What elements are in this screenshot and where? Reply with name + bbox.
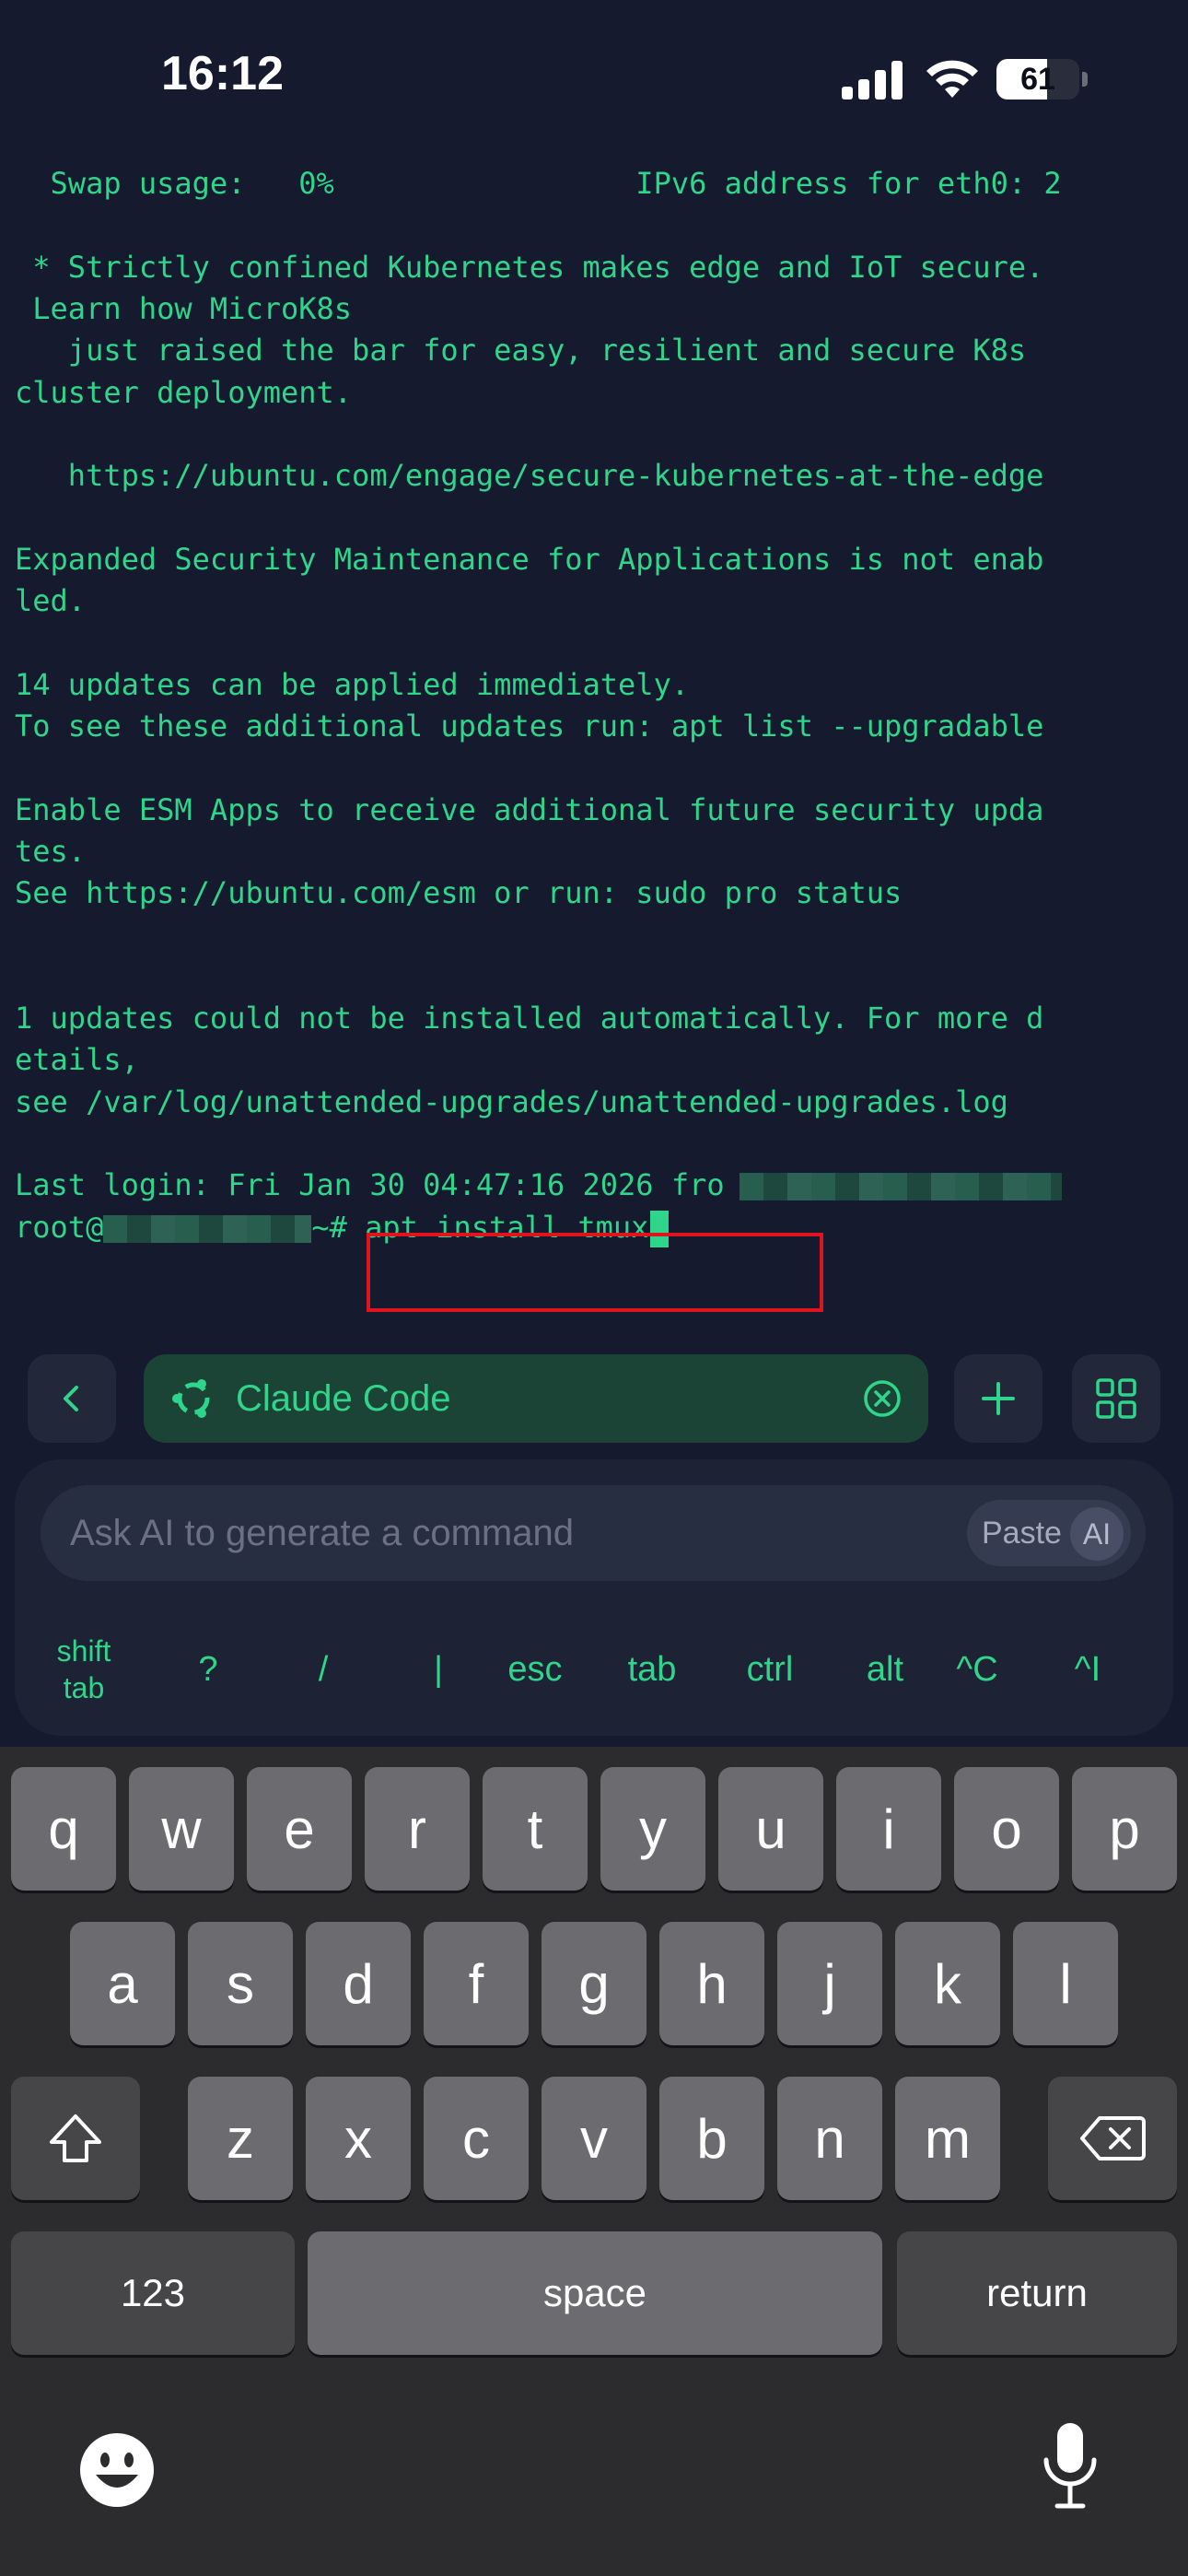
ctrl-i-key[interactable]: ^I bbox=[1046, 1623, 1129, 1715]
command-highlight-box bbox=[367, 1233, 823, 1312]
key-w[interactable]: w bbox=[129, 1767, 234, 1891]
key-v[interactable]: v bbox=[542, 2077, 646, 2200]
terminal-line: To see these additional updates run: apt… bbox=[15, 708, 1044, 744]
prompt-user: root@ bbox=[15, 1209, 104, 1245]
key-y[interactable]: y bbox=[600, 1767, 705, 1891]
esc-key[interactable]: esc bbox=[489, 1623, 581, 1715]
slash-key[interactable]: / bbox=[286, 1623, 360, 1715]
ctrl-key[interactable]: ctrl bbox=[719, 1623, 821, 1715]
microphone-icon[interactable] bbox=[1041, 2419, 1100, 2512]
status-time: 16:12 bbox=[161, 47, 284, 100]
key-e[interactable]: e bbox=[247, 1767, 352, 1891]
key-s[interactable]: s bbox=[188, 1922, 293, 2045]
key-d[interactable]: d bbox=[306, 1922, 411, 2045]
key-c[interactable]: c bbox=[424, 2077, 529, 2200]
terminal-line: Learn how MicroK8s bbox=[15, 290, 353, 326]
key-n[interactable]: n bbox=[777, 2077, 882, 2200]
shift-tab-line2: tab bbox=[63, 1671, 105, 1704]
alt-key[interactable]: alt bbox=[839, 1623, 931, 1715]
close-circle-icon[interactable] bbox=[862, 1378, 903, 1419]
emoji-icon[interactable] bbox=[76, 2429, 158, 2512]
add-session-button[interactable] bbox=[954, 1354, 1042, 1443]
terminal-line: See https://ubuntu.com/esm or run: sudo … bbox=[15, 875, 903, 911]
key-k[interactable]: k bbox=[895, 1922, 1000, 2045]
shift-arrow-icon bbox=[50, 2114, 101, 2162]
last-login-text: Last login: Fri Jan 30 04:47:16 2026 fro bbox=[15, 1167, 725, 1203]
tab-key[interactable]: tab bbox=[606, 1623, 698, 1715]
key-i[interactable]: i bbox=[836, 1767, 941, 1891]
battery-percentage: 61 bbox=[1020, 62, 1055, 97]
key-b[interactable]: b bbox=[659, 2077, 764, 2200]
numbers-key[interactable]: 123 bbox=[11, 2231, 295, 2355]
backspace-key[interactable] bbox=[1048, 2077, 1177, 2200]
terminal-line: just raised the bar for easy, resilient … bbox=[15, 333, 1027, 369]
shift-key[interactable] bbox=[11, 2077, 140, 2200]
ai-command-input[interactable]: Ask AI to generate a command Paste AI bbox=[41, 1485, 1146, 1581]
key-u[interactable]: u bbox=[718, 1767, 823, 1891]
battery-tip bbox=[1082, 72, 1088, 87]
last-login-line: Last login: Fri Jan 30 04:47:16 2026 fro bbox=[15, 1164, 1062, 1206]
terminal-line: Enable ESM Apps to receive additional fu… bbox=[15, 791, 1044, 827]
terminal-line: 1 updates could not be installed automat… bbox=[15, 1001, 1044, 1036]
session-tab-label: Claude Code bbox=[236, 1378, 451, 1419]
grid-icon bbox=[1096, 1378, 1136, 1419]
key-o[interactable]: o bbox=[954, 1767, 1059, 1891]
terminal-line: see /var/log/unattended-upgrades/unatten… bbox=[15, 1083, 1008, 1119]
terminal-line: * Strictly confined Kubernetes makes edg… bbox=[15, 249, 1044, 285]
terminal-output[interactable]: Swap usage: 0% IPv6 address for eth0: 2 … bbox=[15, 162, 1177, 1305]
terminal-line: led. bbox=[15, 583, 87, 618]
paste-button[interactable]: Paste AI bbox=[967, 1500, 1131, 1566]
session-tab-bar: Claude Code bbox=[0, 1354, 1188, 1445]
return-key[interactable]: return bbox=[897, 2231, 1177, 2355]
paste-label: Paste bbox=[982, 1516, 1062, 1551]
terminal-line: tes. bbox=[15, 833, 87, 869]
cellular-signal-icon bbox=[842, 61, 904, 100]
key-r[interactable]: r bbox=[365, 1767, 470, 1891]
terminal-line: Expanded Security Maintenance for Applic… bbox=[15, 541, 1044, 577]
sessions-grid-button[interactable] bbox=[1072, 1354, 1160, 1443]
terminal-line: Swap usage: 0% IPv6 address for eth0: 2 bbox=[15, 166, 1062, 201]
key-q[interactable]: q bbox=[11, 1767, 116, 1891]
session-tab-claude-code[interactable]: Claude Code bbox=[144, 1354, 928, 1443]
chevron-left-icon bbox=[64, 1386, 78, 1411]
key-a[interactable]: a bbox=[70, 1922, 175, 2045]
key-p[interactable]: p bbox=[1072, 1767, 1177, 1891]
key-z[interactable]: z bbox=[188, 2077, 293, 2200]
shift-tab-key[interactable]: shift tab bbox=[42, 1623, 125, 1715]
ctrl-c-key[interactable]: ^C bbox=[936, 1623, 1019, 1715]
backspace-icon bbox=[1080, 2116, 1146, 2160]
back-button[interactable] bbox=[28, 1354, 116, 1443]
plus-icon bbox=[982, 1382, 1015, 1415]
pipe-key[interactable]: | bbox=[402, 1623, 475, 1715]
key-h[interactable]: h bbox=[659, 1922, 764, 2045]
terminal-line: etails, bbox=[15, 1042, 139, 1078]
wifi-icon bbox=[926, 60, 978, 98]
ai-badge[interactable]: AI bbox=[1070, 1507, 1124, 1561]
ai-input-placeholder: Ask AI to generate a command bbox=[70, 1513, 574, 1553]
space-key[interactable]: space bbox=[308, 2231, 882, 2355]
terminal-line: https://ubuntu.com/engage/secure-kuberne… bbox=[15, 458, 1044, 494]
battery-icon: 61 bbox=[996, 59, 1079, 100]
key-x[interactable]: x bbox=[306, 2077, 411, 2200]
shift-tab-line1: shift bbox=[56, 1634, 111, 1668]
onscreen-keyboard: q w e r t y u i o p a s d f g h j k l z … bbox=[0, 1747, 1188, 2576]
key-g[interactable]: g bbox=[542, 1922, 646, 2045]
ubuntu-logo-icon bbox=[172, 1379, 210, 1418]
status-bar: 16:12 61 bbox=[0, 0, 1188, 157]
key-j[interactable]: j bbox=[777, 1922, 882, 2045]
key-t[interactable]: t bbox=[483, 1767, 588, 1891]
terminal-line: 14 updates can be applied immediately. bbox=[15, 666, 690, 702]
question-key[interactable]: ? bbox=[171, 1623, 245, 1715]
special-keys-row: shift tab ? / | esc tab ctrl alt ^C ^I bbox=[15, 1623, 1173, 1715]
terminal-line: cluster deployment. bbox=[15, 374, 353, 410]
key-m[interactable]: m bbox=[895, 2077, 1000, 2200]
key-l[interactable]: l bbox=[1013, 1922, 1118, 2045]
prompt-suffix: ~# bbox=[311, 1209, 347, 1245]
redacted-hostname bbox=[103, 1214, 312, 1243]
redacted-text bbox=[739, 1173, 1062, 1201]
ai-command-panel: Ask AI to generate a command Paste AI sh… bbox=[15, 1459, 1173, 1736]
key-f[interactable]: f bbox=[424, 1922, 529, 2045]
